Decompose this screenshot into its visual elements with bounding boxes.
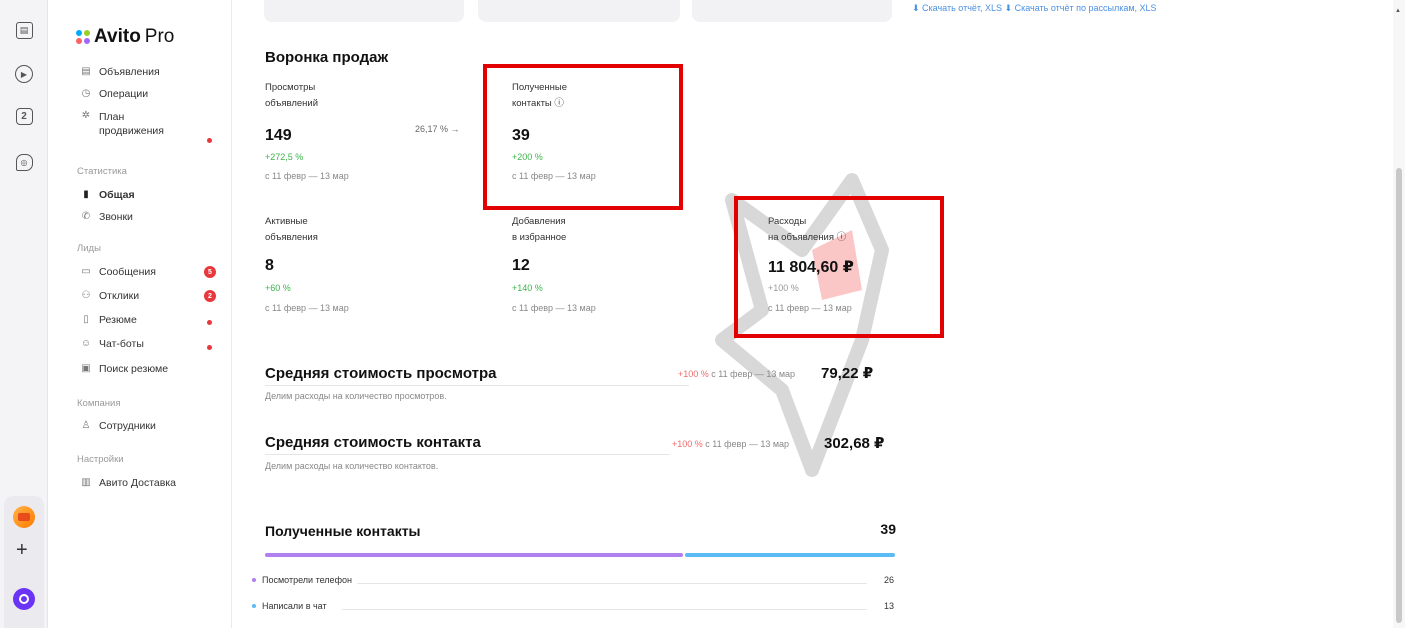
funnel-title: Воронка продаж <box>265 49 389 66</box>
avg-view-meta: +100 % с 11 февр — 13 мар <box>678 369 796 379</box>
docs-icon[interactable]: ▤ <box>12 18 36 42</box>
sidebar: Avito Pro ▤ Объявления ◷ Операции ✲ План про… <box>48 0 232 628</box>
favorites-period: с 11 февр — 13 мар <box>512 303 596 313</box>
download-links[interactable]: ⬇ Скачать отчёт, XLS ⬇ Скачать отчёт по … <box>912 3 1157 14</box>
bar-chart-icon: ▮ <box>83 189 89 200</box>
sidebar-item-chatbots[interactable]: ☺ Чат-боты <box>80 338 144 350</box>
section-stats: Статистика <box>77 166 127 177</box>
legend-chat: Написали в чат <box>252 601 327 611</box>
active-label: Активные объявления <box>265 216 318 243</box>
views-period: с 11 февр — 13 мар <box>265 171 349 181</box>
active-period: с 11 февр — 13 мар <box>265 303 349 313</box>
doc-icon: ▯ <box>83 314 89 325</box>
mail-app-icon[interactable] <box>13 506 35 528</box>
phone-count: 26 <box>883 575 894 585</box>
highlight-box <box>483 64 683 210</box>
two-square-icon[interactable]: 2 <box>12 104 36 128</box>
sidebar-item-ads[interactable]: ▤ Объявления <box>80 66 159 78</box>
bot-icon: ☺ <box>80 338 92 349</box>
person-icon: ♙ <box>81 420 91 431</box>
legend-phone: Посмотрели телефон <box>252 575 352 585</box>
services-select[interactable] <box>478 0 680 22</box>
highlight-box <box>734 196 944 338</box>
contacts-bar-chat <box>685 553 895 557</box>
divider <box>342 609 867 610</box>
add-icon[interactable]: + <box>16 540 28 560</box>
scroll-up-icon[interactable]: ▲ <box>1395 8 1401 14</box>
avg-contact-desc: Делим расходы на количество контактов. <box>265 461 439 471</box>
play-circle-icon[interactable]: ▶ <box>12 62 36 86</box>
search-doc-icon: ▣ <box>81 363 91 374</box>
list-icon: ▤ <box>81 66 91 77</box>
date-range-select[interactable] <box>264 0 464 22</box>
divider <box>265 385 689 386</box>
placement-select[interactable] <box>692 0 892 22</box>
section-company: Компания <box>77 398 121 409</box>
app-rail: ▤ ▶ 2 ◎ + <box>0 0 48 628</box>
rail-bottom-panel: + <box>4 496 44 628</box>
scrollbar[interactable]: ▲ <box>1393 0 1405 628</box>
main-content: ⬇ Скачать отчёт, XLS ⬇ Скачать отчёт по … <box>232 0 1392 628</box>
avg-view-value: 79,22 ₽ <box>821 365 874 382</box>
avg-contact-value: 302,68 ₽ <box>824 435 885 452</box>
phone-icon: ✆ <box>81 211 91 222</box>
favorites-label: Добавления в избранное <box>512 216 567 243</box>
sidebar-item-overview[interactable]: ▮ Общая <box>80 189 134 201</box>
favorites-change: +140 % <box>512 283 543 293</box>
sidebar-item-calls[interactable]: ✆ Звонки <box>80 211 133 223</box>
notification-dot <box>207 320 212 325</box>
contacts-bar-phone <box>265 553 683 557</box>
active-value: 8 <box>265 257 274 274</box>
avg-contact-title: Средняя стоимость контакта <box>265 434 481 451</box>
favorites-value: 12 <box>512 257 530 274</box>
divider <box>265 454 670 455</box>
notification-dot <box>207 345 212 350</box>
assistant-icon[interactable] <box>13 588 35 610</box>
views-value: 149 <box>265 127 292 144</box>
sidebar-item-operations[interactable]: ◷ Операции <box>80 88 149 100</box>
notification-dot <box>207 138 212 143</box>
sidebar-item-delivery[interactable]: ▥ Авито Доставка <box>80 477 176 489</box>
active-change: +60 % <box>265 283 291 293</box>
avg-view-desc: Делим расходы на количество просмотров. <box>265 391 447 401</box>
section-leads: Лиды <box>77 243 101 254</box>
sidebar-item-employees[interactable]: ♙ Сотрудники <box>80 420 156 432</box>
sidebar-item-messages[interactable]: ▭ Сообщения <box>80 266 156 278</box>
sidebar-item-promotion-plan[interactable]: ✲ План продвижения <box>80 110 164 138</box>
sidebar-item-resume-search[interactable]: ▣ Поиск резюме <box>80 363 168 375</box>
messages-badge: 5 <box>204 266 216 278</box>
contacts-block-total: 39 <box>880 521 896 537</box>
sidebar-item-resumes[interactable]: ▯ Резюме <box>80 314 137 326</box>
avg-contact-meta: +100 % с 11 февр — 13 мар <box>672 439 790 449</box>
avito-pro-logo[interactable]: Avito Pro <box>76 26 174 48</box>
scrollbar-thumb[interactable] <box>1396 168 1402 623</box>
delivery-icon: ▥ <box>81 477 91 488</box>
contacts-block-title: Полученные контакты <box>265 523 421 539</box>
conversion-rate: 26,17 % → <box>415 124 460 134</box>
avg-view-title: Средняя стоимость просмотра <box>265 365 497 382</box>
divider <box>357 583 867 584</box>
people-icon: ⚇ <box>81 290 91 301</box>
message-icon: ▭ <box>81 266 91 277</box>
views-change: +272,5 % <box>265 152 304 162</box>
clock-icon: ◷ <box>81 88 91 99</box>
sidebar-item-responses[interactable]: ⚇ Отклики <box>80 290 140 302</box>
section-settings: Настройки <box>77 454 124 465</box>
views-label: Просмотры объявлений <box>265 82 319 109</box>
responses-badge: 2 <box>204 290 216 302</box>
lightbulb-icon: ✲ <box>81 110 91 121</box>
chat-bubble-icon[interactable]: ◎ <box>12 150 36 174</box>
chat-count: 13 <box>883 601 894 611</box>
avito-dots-icon <box>76 30 90 44</box>
